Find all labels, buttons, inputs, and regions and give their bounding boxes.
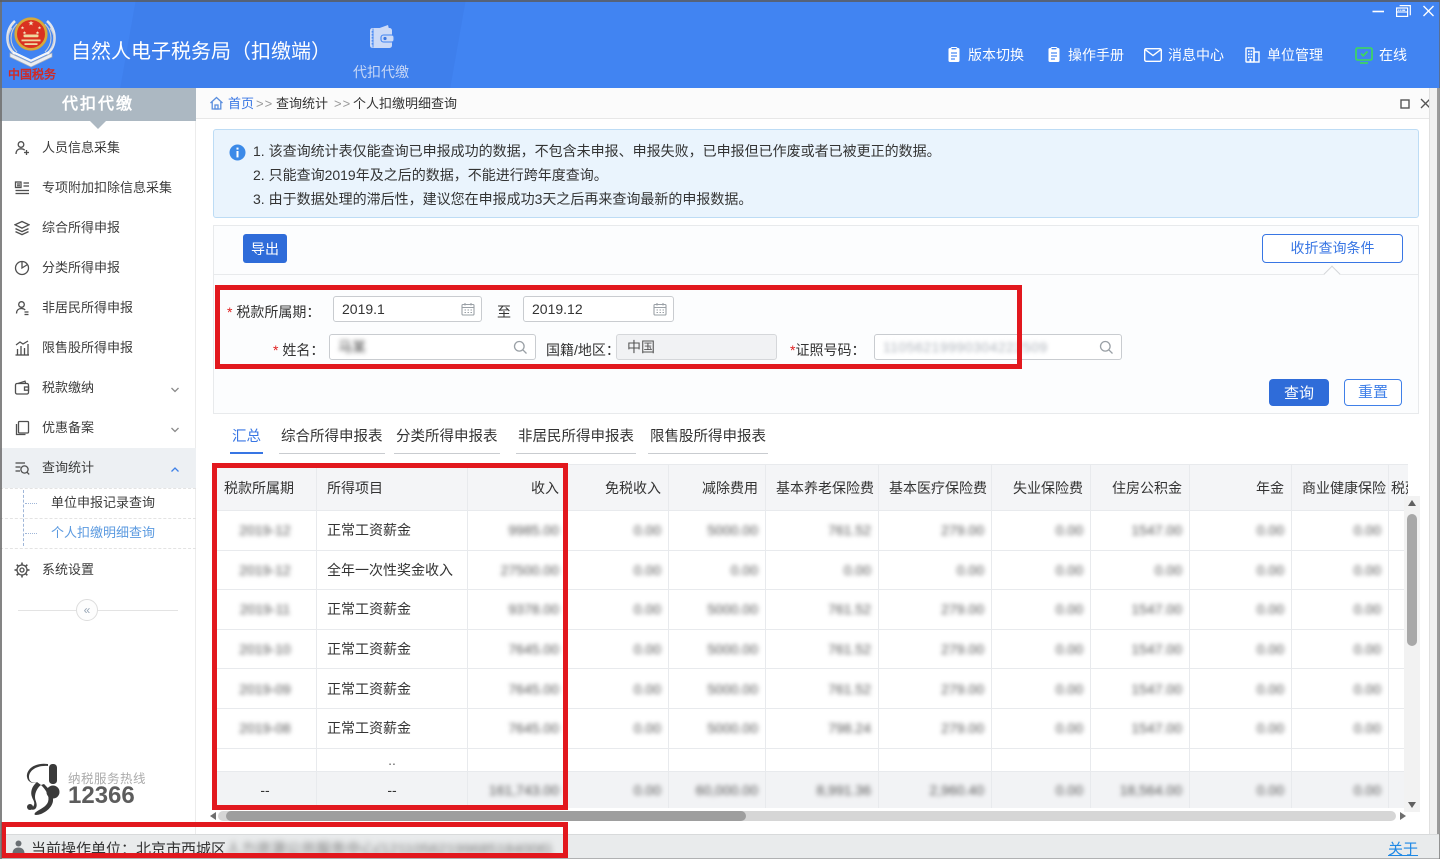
svg-text:中国税务: 中国税务 bbox=[8, 67, 57, 81]
